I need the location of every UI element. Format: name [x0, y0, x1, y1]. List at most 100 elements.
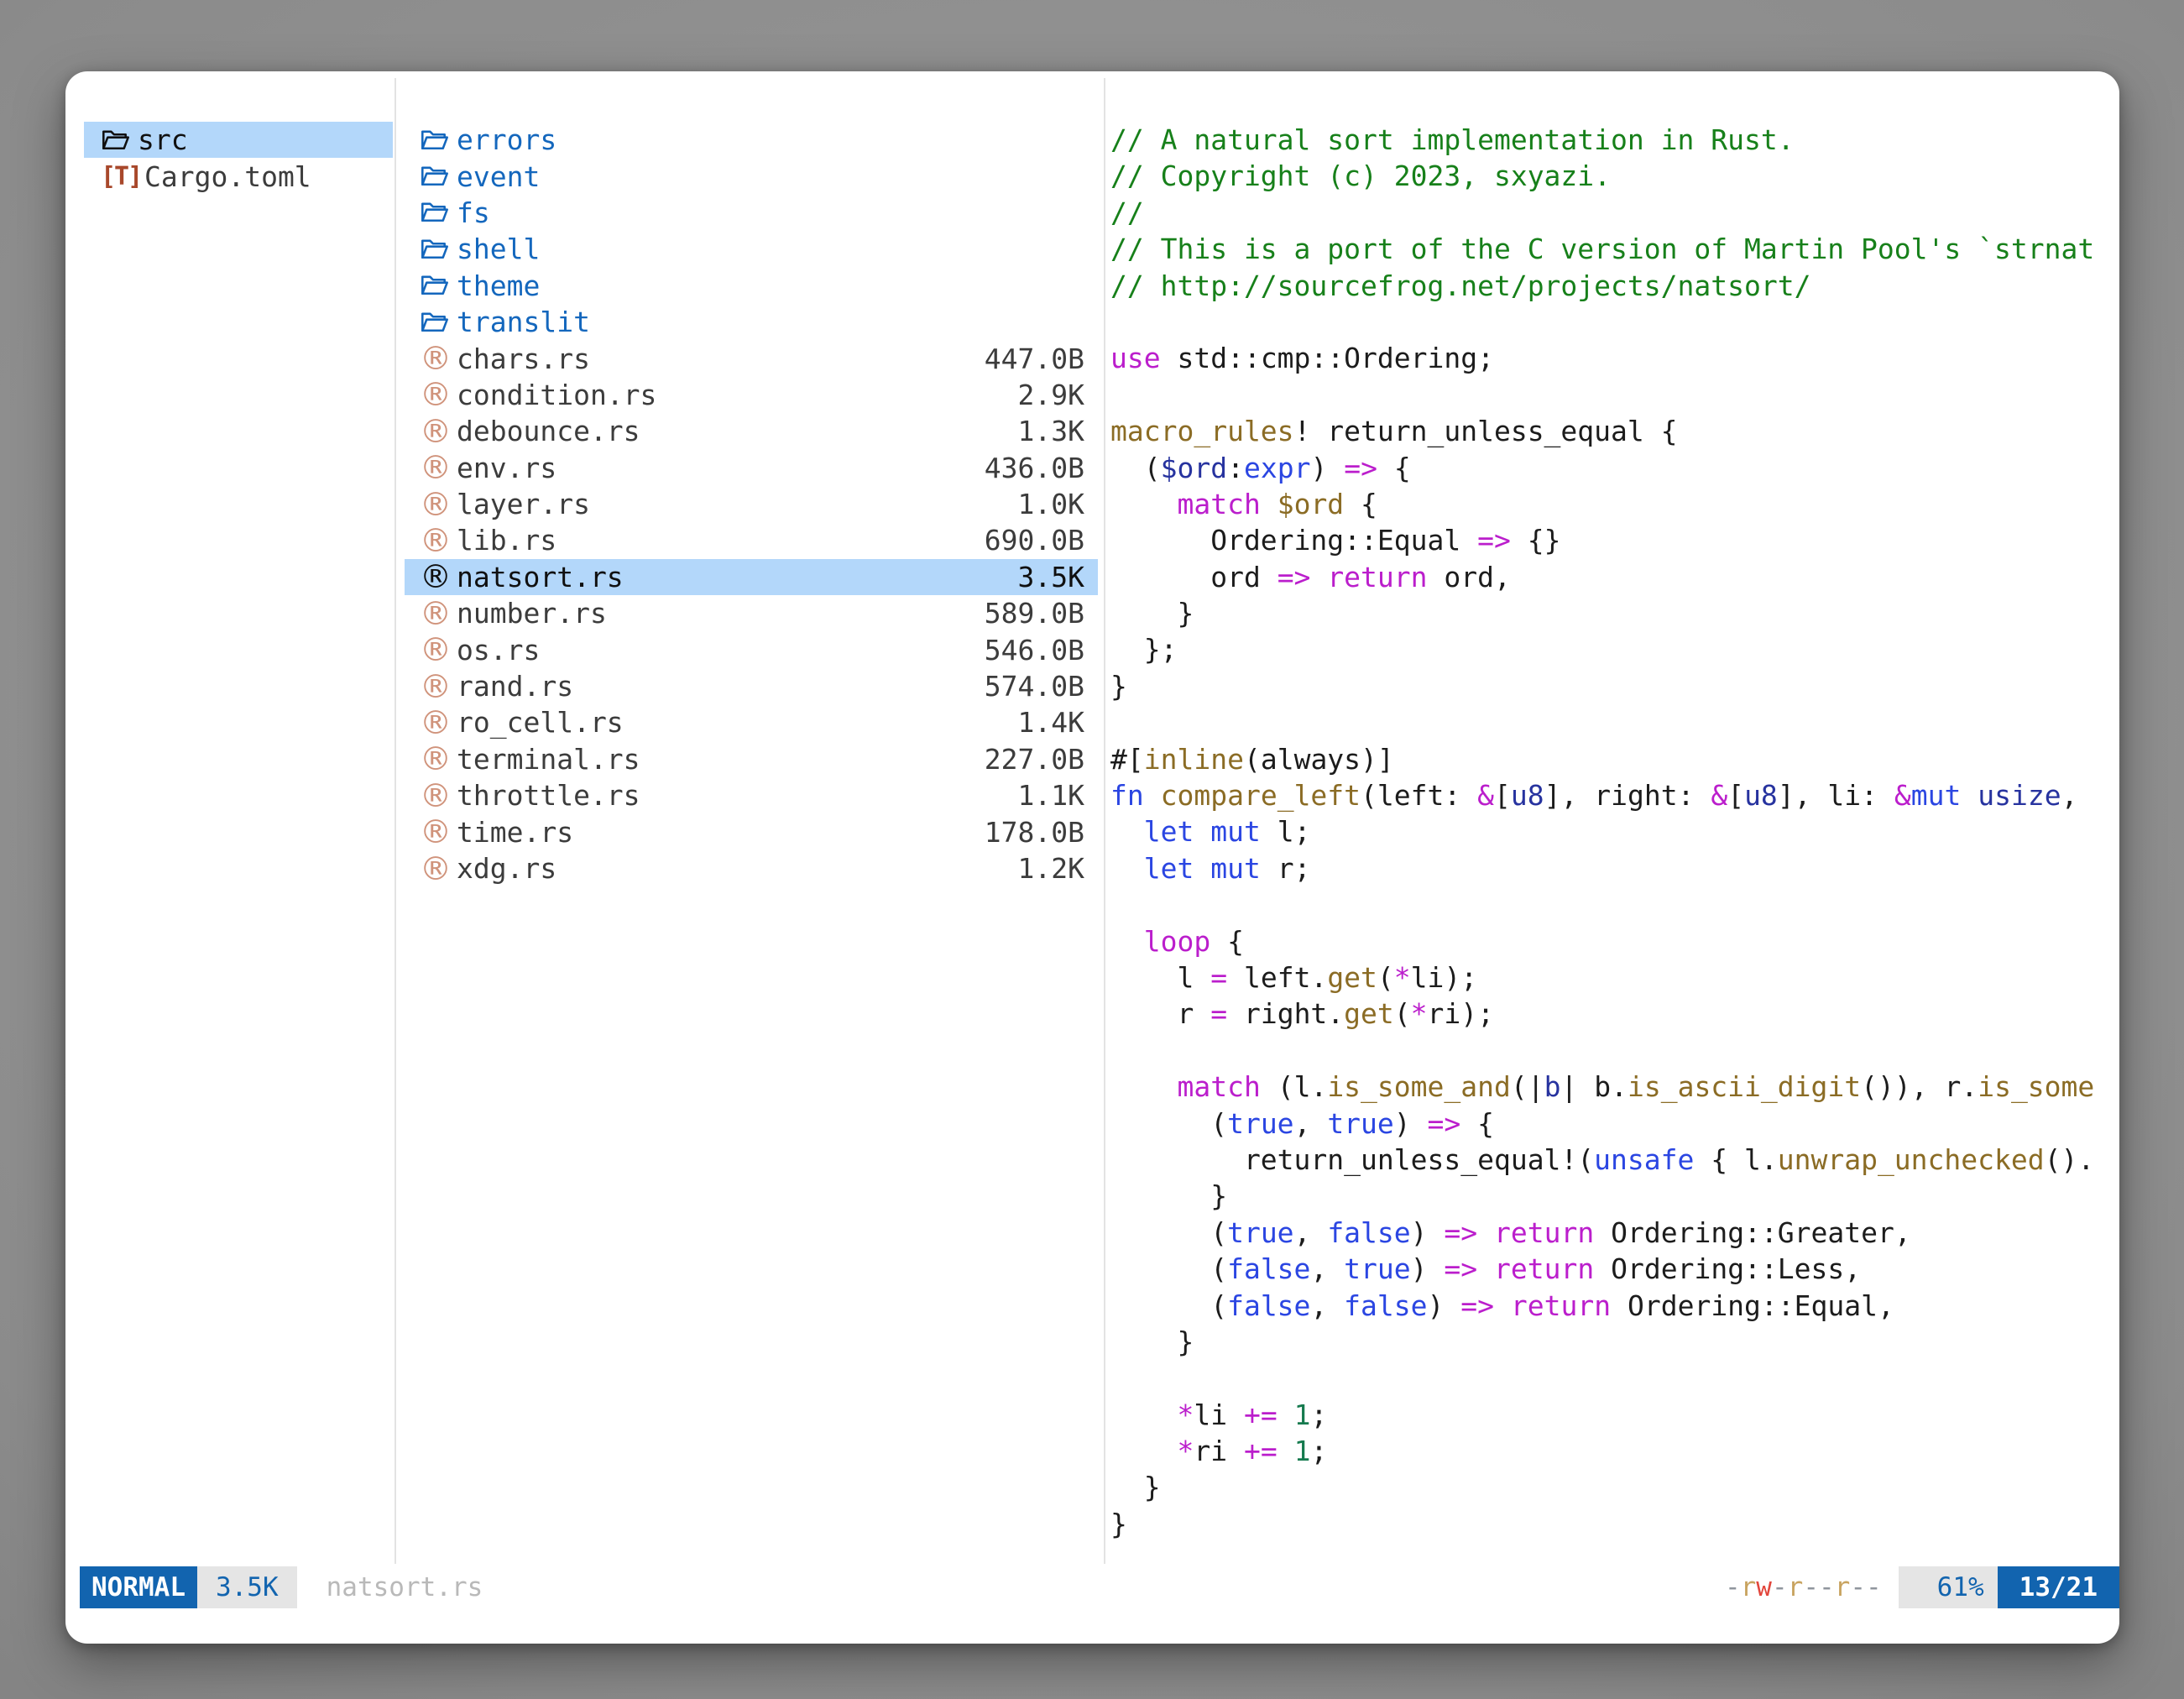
- item-label: theme: [457, 269, 540, 302]
- code-line: [1110, 886, 2118, 923]
- file-row-lib-rs[interactable]: ®lib.rs 690.0B: [405, 522, 1098, 558]
- file-size: 546.0B: [985, 634, 1084, 667]
- rust-file-icon: ®: [420, 489, 457, 520]
- rust-file-icon: ®: [420, 562, 457, 592]
- code-line: loop {: [1110, 923, 2118, 959]
- file-row-natsort-rs[interactable]: ®natsort.rs3.5K: [405, 559, 1098, 595]
- rust-file-icon: ®: [420, 525, 457, 556]
- filename-label: natsort.rs: [327, 1572, 483, 1602]
- item-label: env.rs: [457, 452, 556, 484]
- code-line: match (l.is_some_and(|b| b.is_ascii_digi…: [1110, 1069, 2118, 1105]
- code-line: fn compare_left(left: &[u8], right: &[u8…: [1110, 777, 2118, 813]
- file-size: 574.0B: [985, 670, 1084, 703]
- file-row-ro-cell-rs[interactable]: ®ro_cell.rs1.4K: [405, 704, 1098, 740]
- item-label: chars.rs: [457, 342, 590, 375]
- toml-file-icon: [T]: [101, 162, 144, 191]
- rust-file-icon: ®: [420, 635, 457, 665]
- item-label: terminal.rs: [457, 743, 640, 776]
- open-folder-icon: [420, 161, 457, 191]
- file-row-env-rs[interactable]: ®env.rs436.0B: [405, 450, 1098, 486]
- yazi-window: src[T]Cargo.toml errorseventfsshell theme…: [65, 71, 2119, 1644]
- file-row-number-rs[interactable]: ®number.rs589.0B: [405, 595, 1098, 631]
- code-line: (true, false) => return Ordering::Greate…: [1110, 1215, 2118, 1251]
- code-line: r = right.get(*ri);: [1110, 996, 2118, 1032]
- item-label: natsort.rs: [457, 561, 624, 593]
- code-line: // Copyright (c) 2023, sxyazi.: [1110, 158, 2118, 194]
- file-row-debounce-rs[interactable]: ®debounce.rs 1.3K: [405, 413, 1098, 449]
- item-label: debounce.rs: [457, 415, 640, 447]
- item-label: number.rs: [457, 597, 607, 630]
- file-size: 690.0B: [985, 524, 1084, 557]
- file-row-fs[interactable]: fs: [405, 195, 1098, 231]
- item-label: src: [138, 123, 188, 156]
- file-row-translit[interactable]: translit: [405, 304, 1098, 340]
- code-line: use std::cmp::Ordering;: [1110, 340, 2118, 376]
- code-line: *ri += 1;: [1110, 1433, 2118, 1469]
- pane-separator-left: [394, 78, 396, 1564]
- item-label: condition.rs: [457, 379, 656, 411]
- rust-file-icon: ®: [420, 854, 457, 884]
- file-row-theme[interactable]: theme: [405, 268, 1098, 304]
- item-label: lib.rs: [457, 524, 556, 557]
- code-line: //: [1110, 195, 2118, 231]
- file-size: 1.2K: [1018, 852, 1084, 885]
- parent-item-src[interactable]: src: [84, 122, 393, 158]
- file-row-errors[interactable]: errors: [405, 122, 1098, 158]
- rust-file-icon: ®: [420, 672, 457, 702]
- file-size: 227.0B: [985, 743, 1084, 776]
- code-line: l = left.get(*li);: [1110, 959, 2118, 996]
- open-folder-icon: [420, 197, 457, 227]
- file-size: 2.9K: [1018, 379, 1084, 411]
- file-row-xdg-rs[interactable]: ®xdg.rs 1.2K: [405, 850, 1098, 886]
- code-line: }: [1110, 1469, 2118, 1505]
- code-line: match $ord {: [1110, 486, 2118, 522]
- code-line: Ordering::Equal => {}: [1110, 522, 2118, 558]
- file-row-time-rs[interactable]: ®time.rs178.0B: [405, 813, 1098, 850]
- current-pane: errorseventfsshellthemetranslit®chars.rs…: [405, 122, 1098, 886]
- code-line: return_unless_equal!(unsafe { l.unwrap_u…: [1110, 1142, 2118, 1178]
- file-row-terminal-rs[interactable]: ®terminal.rs 227.0B: [405, 741, 1098, 777]
- rust-file-icon: ®: [420, 781, 457, 811]
- file-row-event[interactable]: event: [405, 158, 1098, 194]
- code-line: }: [1110, 1324, 2118, 1360]
- file-row-shell[interactable]: shell: [405, 231, 1098, 267]
- file-size: 178.0B: [985, 816, 1084, 849]
- code-line: macro_rules! return_unless_equal {: [1110, 413, 2118, 449]
- file-row-throttle-rs[interactable]: ®throttle.rs 1.1K: [405, 777, 1098, 813]
- open-folder-icon: [420, 270, 457, 301]
- item-label: throttle.rs: [457, 779, 640, 812]
- code-line: [1110, 377, 2118, 413]
- mode-badge: NORMAL: [80, 1566, 197, 1608]
- code-line: let mut r;: [1110, 850, 2118, 886]
- code-line: }: [1110, 668, 2118, 704]
- item-label: xdg.rs: [457, 852, 556, 885]
- status-left: NORMAL 3.5K natsort.rs: [80, 1566, 483, 1608]
- status-right: -rw-r--r-- 61% 13/21: [1725, 1566, 2119, 1608]
- code-line: [1110, 304, 2118, 340]
- code-line: // http://sourcefrog.net/projects/natsor…: [1110, 268, 2118, 304]
- file-row-chars-rs[interactable]: ®chars.rs447.0B: [405, 340, 1098, 376]
- file-row-rand-rs[interactable]: ®rand.rs574.0B: [405, 668, 1098, 704]
- file-size: 1.3K: [1018, 415, 1084, 447]
- preview-percent-badge: 61%: [1899, 1566, 1998, 1608]
- pane-separator-right: [1104, 78, 1105, 1564]
- item-label: shell: [457, 233, 540, 265]
- parent-pane: src[T]Cargo.toml: [84, 122, 393, 195]
- item-label: layer.rs: [457, 488, 590, 520]
- code-line: (false, false) => return Ordering::Equal…: [1110, 1288, 2118, 1324]
- rust-file-icon: ®: [420, 416, 457, 447]
- file-row-os-rs[interactable]: ®os.rs546.0B: [405, 631, 1098, 667]
- permissions-label: -rw-r--r--: [1725, 1572, 1882, 1602]
- cursor-position-badge: 13/21: [1998, 1566, 2119, 1608]
- file-row-layer-rs[interactable]: ®layer.rs1.0K: [405, 486, 1098, 522]
- item-label: time.rs: [457, 816, 573, 849]
- rust-file-icon: ®: [420, 744, 457, 774]
- file-size: 447.0B: [985, 342, 1084, 375]
- rust-file-icon: ®: [420, 708, 457, 738]
- rust-file-icon: ®: [420, 599, 457, 629]
- file-row-condition-rs[interactable]: ®condition.rs 2.9K: [405, 377, 1098, 413]
- file-size: 1.1K: [1018, 779, 1084, 812]
- parent-item-cargo-toml[interactable]: [T]Cargo.toml: [84, 158, 393, 194]
- rust-file-icon: ®: [420, 379, 457, 410]
- open-folder-icon: [101, 125, 138, 155]
